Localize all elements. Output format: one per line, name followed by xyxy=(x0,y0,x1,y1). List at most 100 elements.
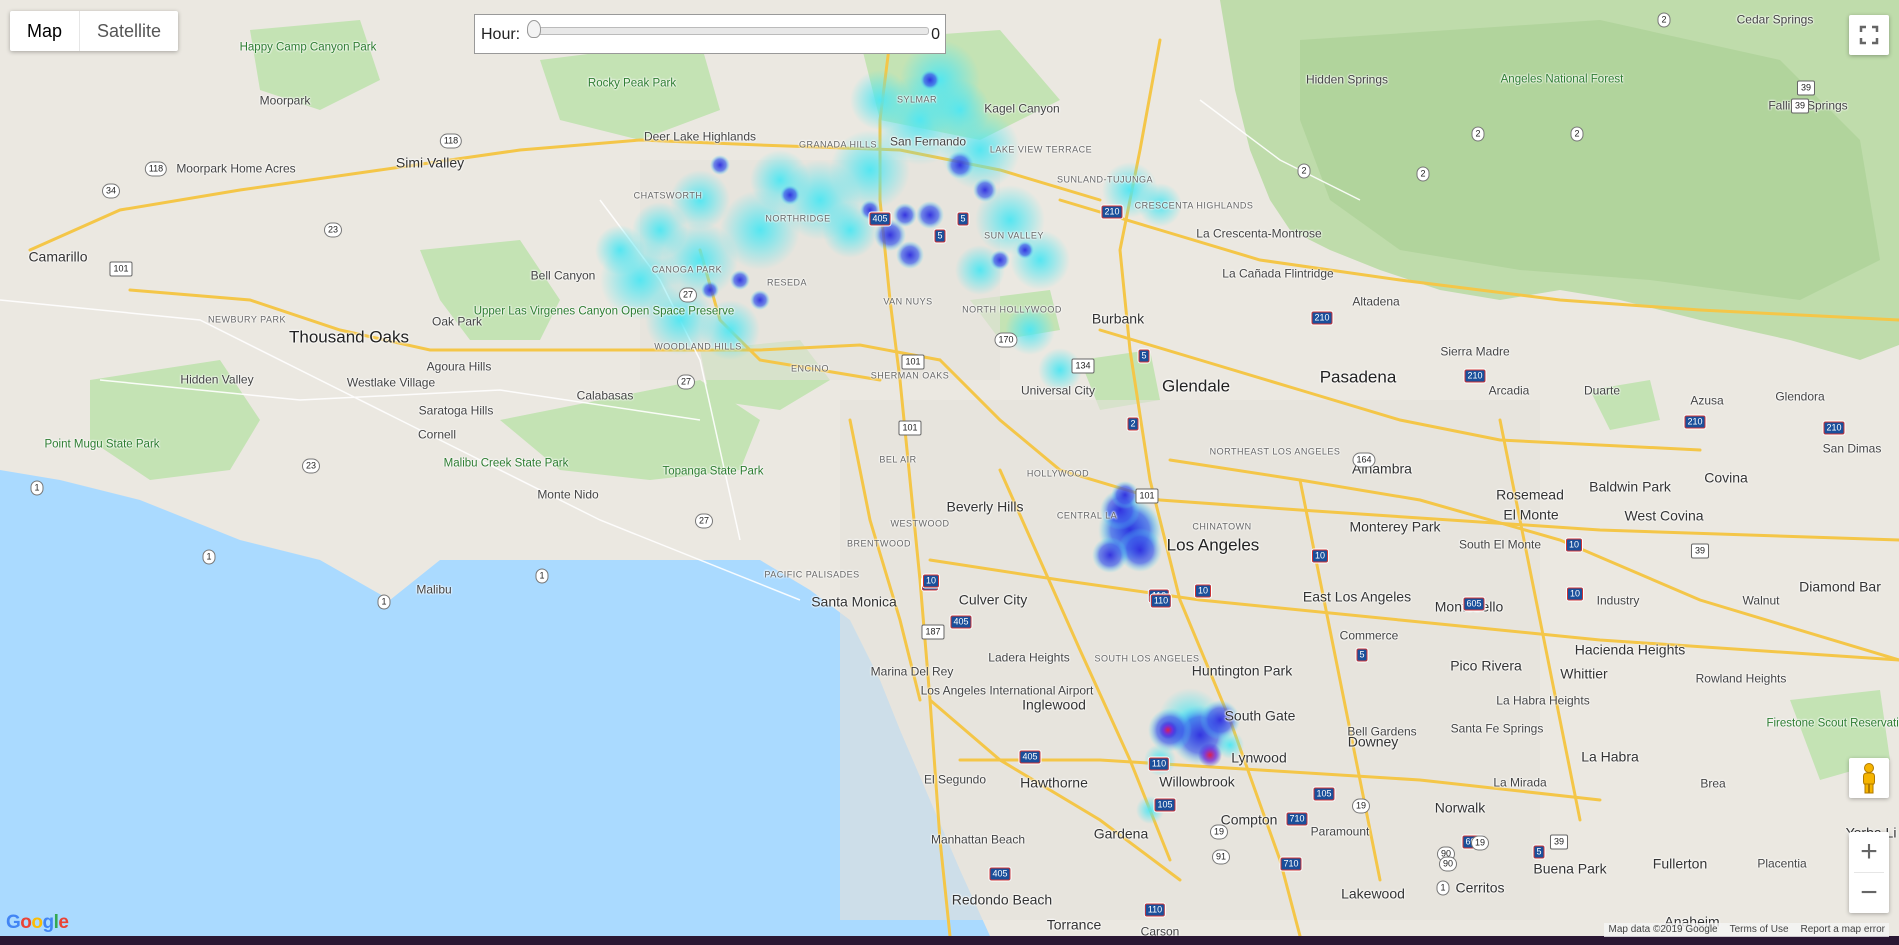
place-label-covina: Covina xyxy=(1704,469,1748,486)
place-label-calabasas: Calabasas xyxy=(576,388,634,403)
place-label-la-mirada: La Mirada xyxy=(1493,775,1547,790)
heatmap-blob xyxy=(920,70,940,90)
place-label-commerce: Commerce xyxy=(1339,628,1399,643)
hour-slider-track[interactable] xyxy=(527,27,929,35)
place-label-cornell: Cornell xyxy=(417,427,457,442)
place-label-firestone: Firestone Scout Reservation xyxy=(1766,717,1899,730)
fullscreen-button[interactable] xyxy=(1849,15,1889,55)
route-shield: 210 xyxy=(1463,368,1487,384)
place-label-hidden-springs: Hidden Springs xyxy=(1305,72,1389,87)
route-shield: 2 xyxy=(1297,163,1311,179)
zoom-out-button[interactable]: − xyxy=(1849,873,1889,913)
place-label-encino: Encino xyxy=(790,363,830,374)
place-label-newbury: Newbury Park xyxy=(207,314,287,325)
report-map-error-link[interactable]: Report a map error xyxy=(1801,923,1885,937)
place-label-sylmar: Sylmar xyxy=(896,94,938,105)
route-shield: 405 xyxy=(1018,749,1042,765)
place-label-woodland: Woodland Hills xyxy=(654,341,742,352)
place-label-hacienda: Hacienda Heights xyxy=(1574,641,1686,658)
route-shield: 10 xyxy=(1565,586,1585,602)
route-shield: 405 xyxy=(988,866,1012,882)
map-canvas[interactable]: Cedar Springs Happy Camp Canyon Park Rocky… xyxy=(0,0,1899,936)
place-label-downey: Downey xyxy=(1347,733,1399,750)
route-shield: 5 xyxy=(956,211,970,227)
place-label-santa-monica: Santa Monica xyxy=(811,593,897,610)
route-shield: 105 xyxy=(1312,786,1336,802)
route-shield: 39 xyxy=(1790,98,1810,114)
map-data-attribution: Map data ©2019 Google xyxy=(1608,924,1718,935)
place-label-ladera: Ladera Heights xyxy=(988,650,1070,665)
place-label-south-gate: South Gate xyxy=(1224,707,1296,724)
place-label-arcadia: Arcadia xyxy=(1488,383,1530,398)
route-shield: 27 xyxy=(676,374,696,390)
route-shield: 2 xyxy=(1126,416,1140,432)
place-label-lake-view: Lake View Terrace xyxy=(989,144,1093,155)
place-label-reseda: Reseda xyxy=(766,277,808,288)
place-label-oak-park: Oak Park xyxy=(431,314,483,329)
place-label-cedar-springs: Cedar Springs xyxy=(1736,12,1814,27)
place-label-sherman: Sherman Oaks xyxy=(870,370,950,381)
route-shield: 164 xyxy=(1352,452,1376,468)
route-shield: 101 xyxy=(901,354,925,370)
place-label-thousand-oaks: Thousand Oaks xyxy=(288,327,410,347)
place-label-rowland: Rowland Heights xyxy=(1695,671,1787,686)
place-label-glendora: Glendora xyxy=(1775,389,1825,404)
map-type-map-button[interactable]: Map xyxy=(10,11,79,51)
heatmap-blob xyxy=(893,203,917,227)
route-shield: 118 xyxy=(439,133,463,149)
terms-of-use-link[interactable]: Terms of Use xyxy=(1730,923,1789,937)
route-shield: 170 xyxy=(994,332,1018,348)
route-shield: 90 xyxy=(1438,856,1458,872)
place-label-malibu: Malibu xyxy=(416,582,452,597)
route-shield: 210 xyxy=(1683,414,1707,430)
google-logo[interactable]: Google xyxy=(6,912,69,934)
place-label-gardena: Gardena xyxy=(1093,825,1149,842)
place-label-paramount: Paramount xyxy=(1310,824,1370,839)
route-shield: 405 xyxy=(949,614,973,630)
place-label-la-canada: La Cañada Flintridge xyxy=(1222,266,1334,281)
place-label-monterey: Monterey Park xyxy=(1349,518,1441,535)
place-label-chatsworth: Chatsworth xyxy=(633,190,703,201)
place-label-universal: Universal City xyxy=(1020,383,1096,398)
place-label-upper-las: Upper Las Virgenes Canyon Open Space Pre… xyxy=(473,305,735,318)
street-view-pegman-button[interactable] xyxy=(1849,758,1889,798)
heatmap-blob xyxy=(990,250,1010,270)
route-shield: 101 xyxy=(109,261,133,277)
place-label-manhattan: Manhattan Beach xyxy=(930,832,1026,847)
hour-value: 0 xyxy=(931,26,940,43)
route-shield: 10 xyxy=(1193,583,1213,599)
route-shield: 5 xyxy=(1532,844,1546,860)
place-label-carson: Carson xyxy=(1140,924,1180,936)
place-label-willowbrook: Willowbrook xyxy=(1159,773,1235,790)
place-label-whittier: Whittier xyxy=(1560,665,1608,682)
place-label-lynwood: Lynwood xyxy=(1231,749,1287,766)
heatmap-blob xyxy=(1016,241,1034,259)
place-label-compton: Compton xyxy=(1220,811,1278,828)
fullscreen-icon xyxy=(1859,25,1879,45)
place-label-central: Central LA xyxy=(1056,510,1118,521)
route-shield: 105 xyxy=(1153,797,1177,813)
route-shield: 19 xyxy=(1351,798,1371,814)
route-shield: 2 xyxy=(1570,126,1584,142)
route-shield: 27 xyxy=(678,287,698,303)
place-label-el-segundo: El Segundo xyxy=(923,772,987,787)
place-label-hollywood: Hollywood xyxy=(1026,468,1090,479)
place-label-san-dimas: San Dimas xyxy=(1822,441,1882,456)
pegman-icon xyxy=(1863,763,1875,794)
place-label-buena: Buena Park xyxy=(1533,860,1607,877)
route-shield: 39 xyxy=(1549,834,1569,850)
place-label-san-fernando: San Fernando xyxy=(889,134,967,149)
place-label-chinatown: Chinatown xyxy=(1192,521,1252,532)
place-label-baldwin: Baldwin Park xyxy=(1589,478,1671,495)
map-type-satellite-button[interactable]: Satellite xyxy=(79,11,178,51)
heatmap-blob xyxy=(750,150,810,210)
hour-slider-thumb[interactable] xyxy=(527,20,541,38)
zoom-in-button[interactable]: + xyxy=(1849,832,1889,872)
route-shield: 19 xyxy=(1470,835,1490,851)
place-label-sun-valley: Sun Valley xyxy=(984,230,1044,241)
place-label-sierra-madre: Sierra Madre xyxy=(1440,344,1510,359)
route-shield: 23 xyxy=(323,222,343,238)
hour-label: Hour: xyxy=(481,26,521,43)
place-label-la-habra: La Habra xyxy=(1581,748,1639,765)
place-label-brea: Brea xyxy=(1700,776,1726,791)
